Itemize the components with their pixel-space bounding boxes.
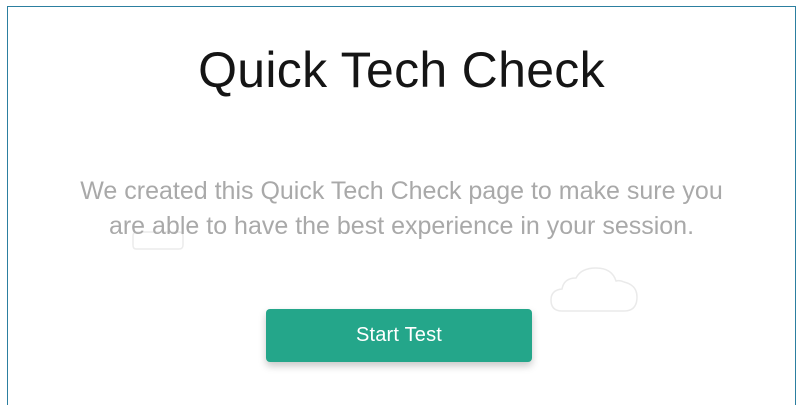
start-test-button[interactable]: Start Test — [266, 309, 532, 362]
description-line-2: are able to have the best experience in … — [108, 212, 695, 240]
cloud-icon — [550, 267, 638, 312]
tech-check-panel: Quick Tech Check We created this Quick T… — [7, 6, 796, 405]
page-description: We created this Quick Tech Check page to… — [8, 174, 795, 244]
description-line-1: We created this Quick Tech Check page to… — [80, 177, 723, 205]
page-title: Quick Tech Check — [198, 42, 605, 98]
